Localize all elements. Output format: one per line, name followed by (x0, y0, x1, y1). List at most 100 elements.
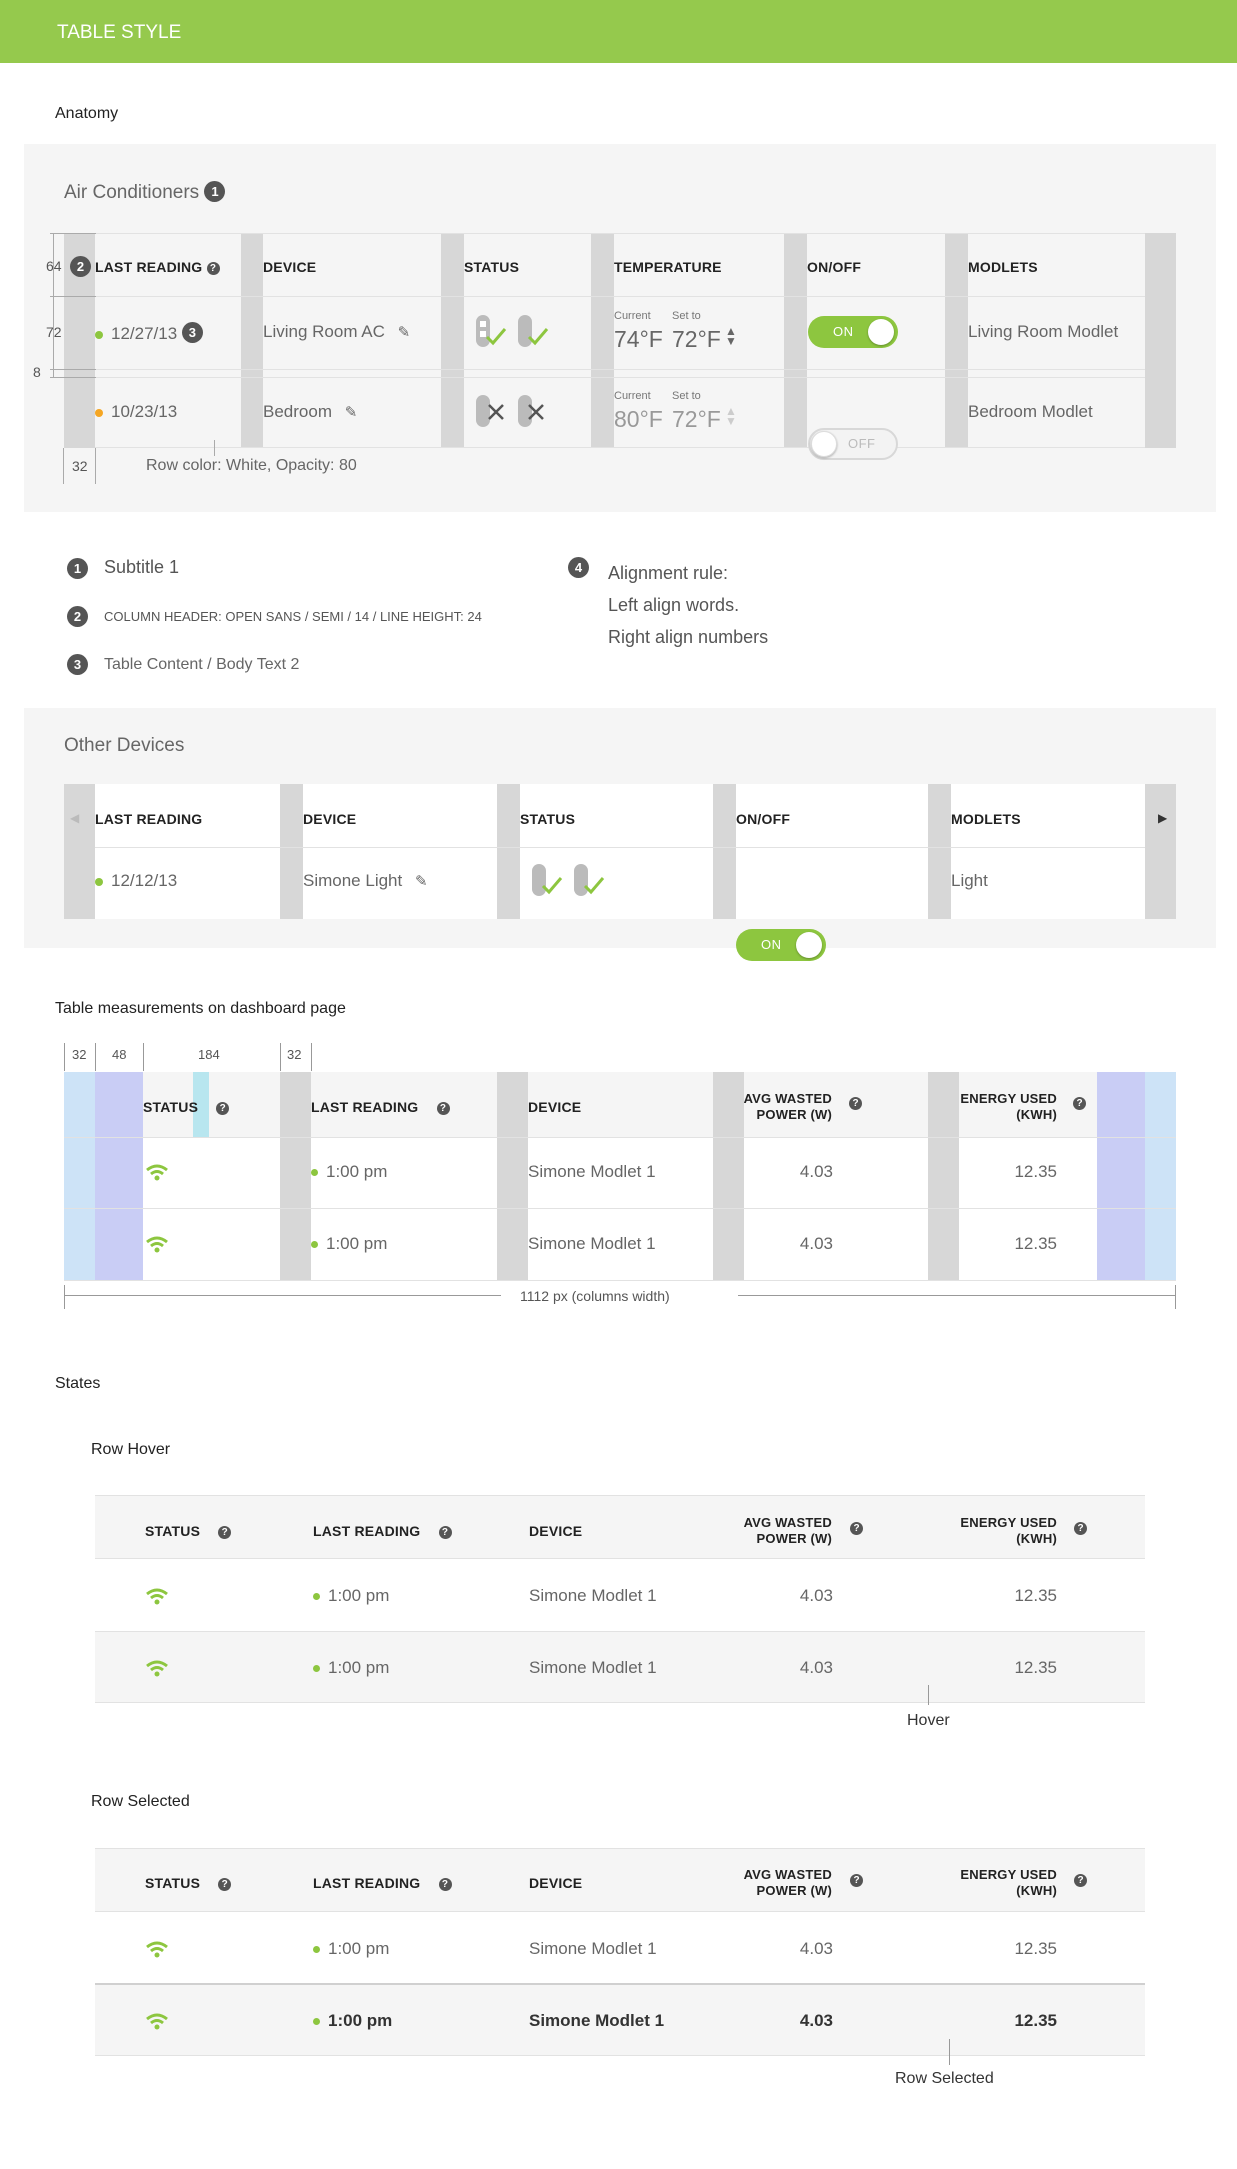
plug-ok-icon (530, 862, 610, 907)
status-dot (95, 877, 103, 886)
current-label: Current (614, 310, 651, 322)
modlet-name: Light (951, 871, 988, 890)
selected-label: Row Selected (895, 2070, 994, 2087)
row-selected-title: Row Selected (91, 1793, 190, 1810)
gutter (591, 233, 614, 448)
wifi-icon (145, 1236, 169, 1259)
measure-32: 32 (72, 458, 88, 474)
energy-value: 12.35 (1014, 1939, 1057, 1958)
edit-icon[interactable]: ✎ (415, 873, 428, 890)
help-icon[interactable]: ? (438, 1877, 452, 1891)
col-last-reading[interactable]: LAST READING ? (95, 259, 220, 275)
help-icon[interactable]: ? (1073, 1097, 1086, 1110)
states-title: States (55, 1375, 101, 1392)
col-energy-used[interactable]: ENERGY USED (KWH) (920, 1867, 1057, 1899)
col-status[interactable]: STATUS ? (143, 1099, 230, 1115)
set-temp[interactable]: 72°F (672, 326, 721, 353)
help-icon[interactable]: ? (1074, 1522, 1087, 1535)
set-temp[interactable]: 72°F (672, 406, 721, 433)
col-device[interactable]: DEVICE (303, 811, 356, 827)
avg-value: 4.03 (799, 1586, 833, 1605)
help-icon[interactable]: ? (1074, 1874, 1087, 1887)
device-name: Simone Modlet 1 (529, 1586, 657, 1605)
table-row[interactable]: 1:00 pm (311, 1234, 387, 1254)
col-avg-wasted[interactable]: AVG WASTED POWER (W) (700, 1515, 832, 1547)
avg-value: 4.03 (799, 1162, 833, 1181)
col-last-reading[interactable]: LAST READING ? (311, 1099, 450, 1115)
device-name: Simone Modlet 1 (529, 1939, 657, 1958)
col-last-reading[interactable]: LAST READING ? (313, 1875, 452, 1891)
scroll-left-icon[interactable]: ◀ (70, 811, 79, 825)
wifi-icon (145, 1941, 169, 1964)
device-name: Living Room AC ✎ (263, 322, 411, 341)
col-status[interactable]: STATUS ? (145, 1523, 232, 1539)
col-energy-used[interactable]: ENERGY USED (KWH) (920, 1091, 1057, 1123)
help-icon[interactable]: ? (216, 1101, 230, 1115)
other-devices-title: Other Devices (64, 735, 185, 756)
col-avg-wasted[interactable]: AVG WASTED POWER (W) (700, 1867, 832, 1899)
avg-value: 4.03 (799, 1939, 833, 1958)
help-icon[interactable]: ? (206, 261, 220, 275)
callout-1: 1 (204, 181, 226, 202)
temp-stepper[interactable]: ▲ ▼ (725, 405, 737, 427)
edit-icon[interactable]: ✎ (345, 404, 358, 421)
temp-stepper[interactable]: ▲ ▼ (725, 325, 737, 347)
legend-1: 1 Subtitle 1 (67, 557, 179, 579)
table-row[interactable]: 1:00 pm (313, 1658, 389, 1678)
col-status[interactable]: STATUS ? (145, 1875, 232, 1891)
col-energy-used[interactable]: ENERGY USED (KWH) (920, 1515, 1057, 1547)
gutter (241, 233, 263, 448)
scroll-right-icon[interactable]: ▶ (1158, 811, 1167, 825)
status-dot (95, 330, 103, 339)
help-icon[interactable]: ? (850, 1522, 863, 1535)
device-name: Simone Modlet 1 (528, 1234, 656, 1253)
page-title: TABLE STYLE (57, 22, 182, 43)
col-device[interactable]: DEVICE (529, 1875, 582, 1891)
col-modlets[interactable]: MODLETS (968, 259, 1038, 275)
table-row[interactable]: 1:00 pm (313, 1939, 389, 1959)
help-icon[interactable]: ? (438, 1525, 452, 1539)
table-row[interactable]: 1:00 pm (313, 2011, 392, 2031)
device-name: Simone Modlet 1 (528, 1162, 656, 1181)
help-icon[interactable]: ? (218, 1877, 232, 1891)
onoff-toggle[interactable]: OFF (808, 428, 898, 460)
set-label: Set to (672, 390, 701, 402)
col-modlets[interactable]: MODLETS (951, 811, 1021, 827)
onoff-toggle[interactable]: ON (808, 316, 898, 348)
col-last-reading[interactable]: LAST READING (95, 811, 202, 827)
row-hover-title: Row Hover (91, 1441, 171, 1458)
gutter (441, 233, 464, 448)
table-row[interactable]: 1:00 pm (313, 1586, 389, 1606)
table-row[interactable]: 12/12/13 (95, 871, 177, 891)
padding-band (1097, 1072, 1145, 1280)
col-onoff[interactable]: ON/OFF (807, 259, 861, 275)
anatomy-title: Anatomy (55, 105, 119, 122)
col-status[interactable]: STATUS (464, 259, 519, 275)
col-last-reading[interactable]: LAST READING ? (313, 1523, 452, 1539)
table-row[interactable]: 12/27/13 3 (95, 322, 203, 344)
col-device[interactable]: DEVICE (528, 1099, 581, 1115)
col-avg-wasted[interactable]: AVG WASTED POWER (W) (700, 1091, 832, 1123)
avg-value: 4.03 (799, 1658, 833, 1677)
gutter (784, 233, 807, 448)
help-icon[interactable]: ? (849, 1097, 862, 1110)
wifi-icon (145, 1164, 169, 1187)
col-device[interactable]: DEVICE (529, 1523, 582, 1539)
col-temperature[interactable]: TEMPERATURE (614, 259, 722, 275)
table-row[interactable]: 10/23/13 (95, 402, 177, 422)
help-icon[interactable]: ? (850, 1874, 863, 1887)
padding-band (95, 1072, 143, 1280)
row-color-note: Row color: White, Opacity: 80 (146, 457, 357, 474)
callout-3: 3 (181, 322, 203, 343)
table-row[interactable]: 1:00 pm (311, 1162, 387, 1182)
card-title: Air Conditioners 1 (64, 181, 226, 204)
help-icon[interactable]: ? (436, 1101, 450, 1115)
help-icon[interactable]: ? (218, 1525, 232, 1539)
avg-value: 4.03 (799, 2011, 833, 2030)
gutter (497, 1072, 528, 1280)
col-status[interactable]: STATUS (520, 811, 575, 827)
col-device[interactable]: DEVICE (263, 259, 316, 275)
edit-icon[interactable]: ✎ (398, 324, 411, 341)
onoff-toggle[interactable]: ON (736, 929, 826, 961)
col-onoff[interactable]: ON/OFF (736, 811, 790, 827)
